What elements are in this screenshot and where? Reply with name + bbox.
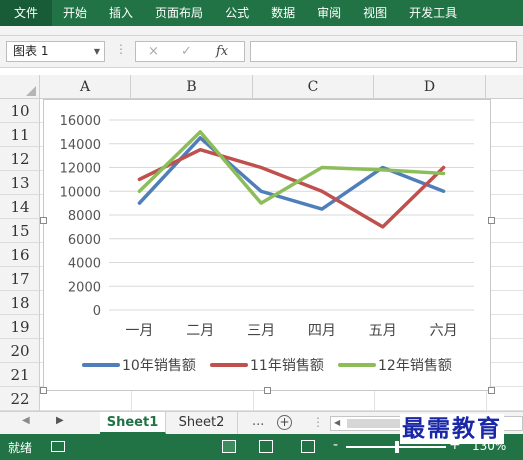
row-header-cell[interactable]: 15 (0, 219, 39, 243)
chart-resize-handle-bottom[interactable] (264, 387, 271, 394)
more-sheets-button[interactable]: ... (252, 414, 264, 429)
row-header-cell[interactable]: 17 (0, 267, 39, 291)
x-tick-label: 三月 (247, 323, 275, 339)
column-header: A B C D (0, 75, 523, 99)
column-c-header[interactable]: C (253, 75, 374, 99)
select-all-icon (26, 86, 36, 96)
chart-resize-handle-right[interactable] (488, 217, 495, 224)
insert-function-icon[interactable]: fx (216, 42, 228, 61)
name-box[interactable]: 图表 1 ▼ (6, 41, 105, 62)
chart-canvas: 0 2000 4000 6000 8000 10000 12000 14000 16000 一月 二… (60, 114, 474, 374)
tab-file[interactable]: 文件 (0, 0, 53, 26)
cancel-icon[interactable]: × (148, 42, 159, 61)
legend-label-3: 12年销售额 (378, 358, 452, 374)
y-tick-label: 2000 (68, 280, 101, 295)
y-tick-label: 8000 (68, 209, 101, 224)
status-ready-text: 就绪 (8, 441, 33, 455)
tab-insert[interactable]: 插入 (98, 0, 144, 26)
name-box-value: 图表 1 (13, 44, 49, 58)
chart-resize-handle-left[interactable] (40, 217, 47, 224)
line-chart[interactable]: 0 2000 4000 6000 8000 10000 12000 14000 16000 一月 二… (43, 99, 491, 391)
x-tick-label: 一月 (125, 323, 153, 339)
add-sheet-icon[interactable]: + (277, 415, 292, 430)
row-header: 10 11 12 13 14 15 16 17 18 19 20 21 22 2… (0, 99, 40, 411)
row-header-cell[interactable]: 11 (0, 123, 39, 147)
y-tick-label: 0 (93, 304, 101, 319)
column-a-header[interactable]: A (40, 75, 131, 99)
x-tick-label: 六月 (430, 323, 458, 339)
drag-handle-icon[interactable]: ⋮ (115, 42, 127, 56)
formula-buttons: × ✓ fx (135, 41, 245, 62)
macro-record-icon[interactable] (51, 441, 65, 452)
page-layout-view-icon[interactable] (259, 440, 273, 453)
tab-developer[interactable]: 开发工具 (398, 0, 468, 26)
chart-resize-handle-bottom-right[interactable] (488, 387, 495, 394)
chart-resize-handle-bottom-left[interactable] (40, 387, 47, 394)
x-tick-label: 五月 (369, 323, 397, 339)
column-b-header[interactable]: B (131, 75, 253, 99)
enter-icon[interactable]: ✓ (181, 42, 192, 61)
tab-review[interactable]: 审阅 (306, 0, 352, 26)
row-header-cell[interactable]: 12 (0, 147, 39, 171)
formula-input[interactable] (250, 41, 517, 62)
legend-label-2: 11年销售额 (250, 358, 324, 374)
y-tick-label: 12000 (60, 162, 101, 177)
chevron-down-icon[interactable]: ▼ (94, 42, 100, 61)
watermark-text: 最需教育 (400, 414, 504, 444)
row-header-cell[interactable]: 13 (0, 171, 39, 195)
sheet-next-icon[interactable]: ▶ (56, 415, 64, 426)
legend-label-1: 10年销售额 (122, 358, 196, 374)
row-header-cell[interactable]: 21 (0, 363, 39, 387)
tab-formulas[interactable]: 公式 (214, 0, 260, 26)
formula-bar: 图表 1 ▼ ⋮ × ✓ fx (0, 36, 523, 68)
x-tick-label: 四月 (308, 323, 336, 339)
tab-view[interactable]: 视图 (352, 0, 398, 26)
scroll-left-icon[interactable]: ◀ (334, 418, 340, 427)
tab-home[interactable]: 开始 (52, 0, 98, 26)
row-header-cell[interactable]: 22 (0, 387, 39, 411)
normal-view-icon[interactable] (222, 440, 236, 453)
sheet-tab-sheet2[interactable]: Sheet2 (166, 412, 238, 434)
page-break-view-icon[interactable] (301, 440, 315, 453)
sheet-prev-icon[interactable]: ◀ (22, 415, 30, 426)
y-tick-label: 6000 (68, 233, 101, 248)
row-header-cell[interactable]: 19 (0, 315, 39, 339)
tab-data[interactable]: 数据 (260, 0, 306, 26)
tab-page-layout[interactable]: 页面布局 (144, 0, 214, 26)
row-header-cell[interactable]: 20 (0, 339, 39, 363)
x-tick-label: 二月 (186, 323, 214, 339)
row-header-cell[interactable]: 10 (0, 99, 39, 123)
splitter-icon[interactable]: ⋮ (312, 415, 324, 429)
ribbon-tab-bar: 文件 开始 插入 页面布局 公式 数据 审阅 视图 开发工具 (0, 0, 523, 26)
sheet-tab-sheet1[interactable]: Sheet1 (100, 412, 166, 434)
y-tick-label: 14000 (60, 138, 101, 153)
select-all-corner[interactable] (0, 75, 40, 99)
y-tick-label: 4000 (68, 257, 101, 272)
row-header-cell[interactable]: 14 (0, 195, 39, 219)
row-header-cell[interactable]: 16 (0, 243, 39, 267)
row-header-cell[interactable]: 18 (0, 291, 39, 315)
y-tick-label: 10000 (60, 185, 101, 200)
zoom-out-button[interactable]: - (333, 437, 338, 453)
zoom-slider-knob[interactable] (395, 441, 399, 453)
y-tick-label: 16000 (60, 114, 101, 129)
column-d-header[interactable]: D (374, 75, 486, 99)
ribbon-collapsed-area (0, 26, 523, 36)
